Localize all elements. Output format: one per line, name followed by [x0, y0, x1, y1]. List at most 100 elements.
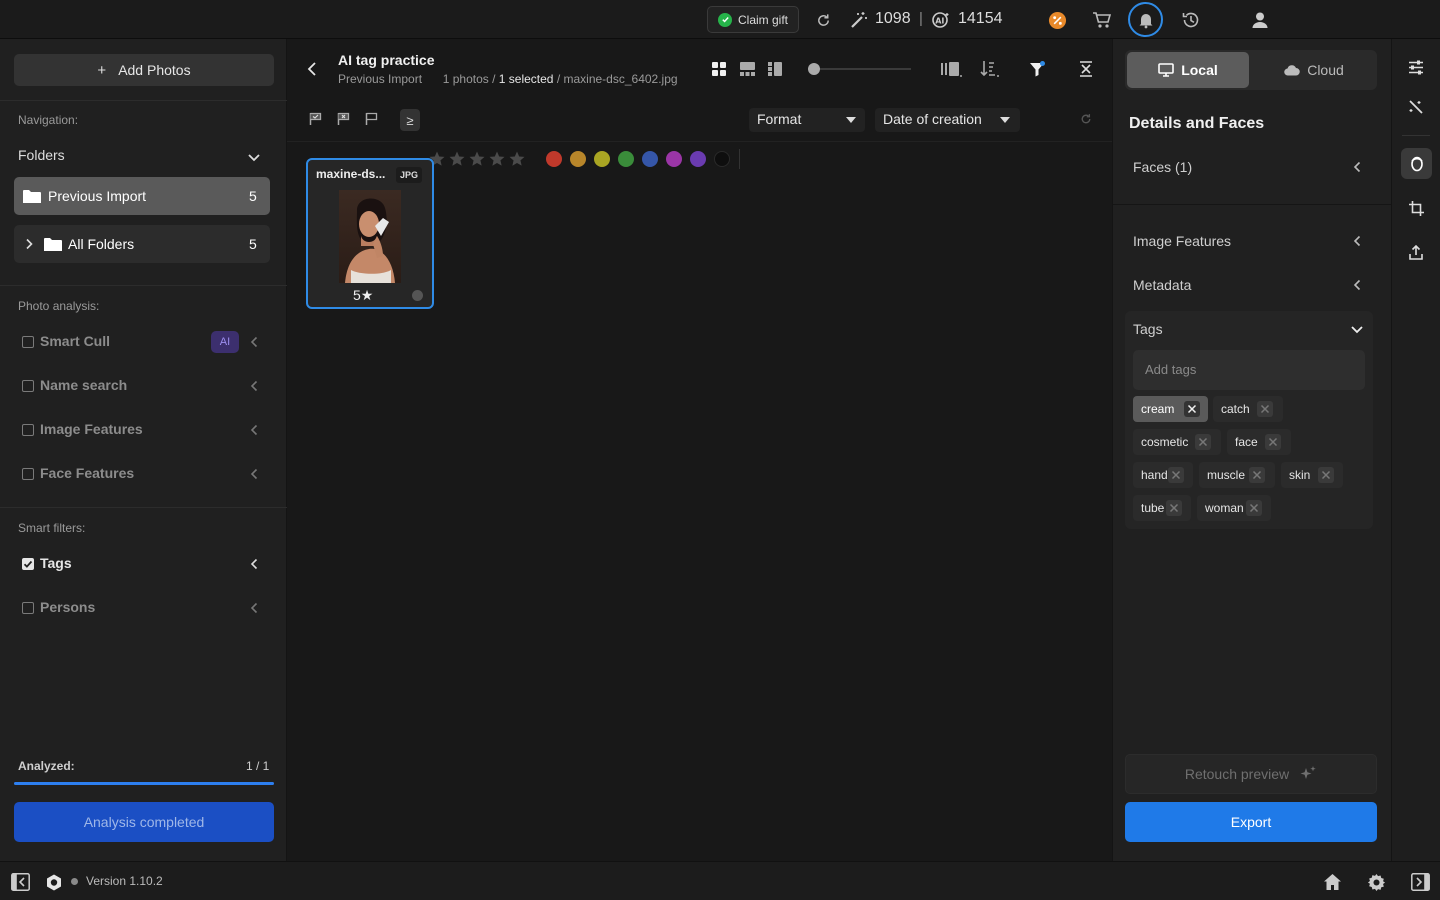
- sort-dropdown[interactable]: Date of creation: [875, 108, 1020, 132]
- chevron-left-icon[interactable]: [248, 423, 260, 437]
- remove-tag-icon[interactable]: [1168, 467, 1184, 483]
- smart-cull-checkbox[interactable]: [22, 336, 34, 348]
- collapse-icon[interactable]: [1077, 59, 1095, 79]
- folders-section-header[interactable]: Folders: [0, 141, 287, 171]
- tag-chip[interactable]: cosmetic: [1133, 429, 1221, 455]
- color-label-red[interactable]: [546, 151, 562, 167]
- compare-view-icon[interactable]: [941, 59, 963, 79]
- name-search-checkbox[interactable]: [22, 380, 34, 392]
- cart-icon[interactable]: [1091, 10, 1113, 30]
- rating-operator[interactable]: ≥: [400, 109, 420, 131]
- rating-star-5-icon[interactable]: [508, 150, 526, 168]
- export-button[interactable]: Export: [1125, 802, 1377, 842]
- analysis-item-image-features[interactable]: Image Features: [0, 415, 287, 445]
- home-icon[interactable]: [1322, 872, 1342, 891]
- refresh-icon[interactable]: [814, 11, 832, 29]
- folder-item-previous-import[interactable]: Previous Import 5: [14, 177, 270, 215]
- thumbnail-size-slider[interactable]: [808, 63, 911, 75]
- chevron-left-icon[interactable]: [248, 601, 260, 615]
- toggle-right-panel-icon[interactable]: [1410, 872, 1430, 891]
- history-icon[interactable]: [1180, 9, 1202, 31]
- chevron-left-icon[interactable]: [248, 467, 260, 481]
- flag-pick-icon[interactable]: [307, 111, 323, 127]
- remove-tag-icon[interactable]: [1246, 500, 1262, 516]
- analysis-item-smart-cull[interactable]: Smart Cull AI: [0, 327, 287, 357]
- remove-tag-icon[interactable]: [1184, 401, 1200, 417]
- photo-color-label-dot[interactable]: [412, 290, 423, 301]
- tag-chip[interactable]: catch: [1213, 396, 1283, 422]
- remove-tag-icon[interactable]: [1166, 500, 1182, 516]
- smart-filter-persons[interactable]: Persons: [0, 593, 287, 623]
- breadcrumb-folder[interactable]: Previous Import: [338, 72, 422, 86]
- detail-view-icon[interactable]: [767, 61, 783, 77]
- face-features-checkbox[interactable]: [22, 468, 34, 480]
- sort-order-icon[interactable]: [979, 59, 1001, 79]
- grid-view-icon[interactable]: [711, 61, 727, 77]
- face-retouch-icon[interactable]: [1401, 148, 1432, 179]
- remove-tag-icon[interactable]: [1265, 434, 1281, 450]
- color-label-purple[interactable]: [690, 151, 706, 167]
- remove-tag-icon[interactable]: [1257, 401, 1273, 417]
- filter-icon[interactable]: [1028, 59, 1046, 79]
- user-account-icon[interactable]: [1250, 10, 1270, 30]
- tag-chip[interactable]: tube: [1133, 495, 1191, 521]
- back-arrow-icon[interactable]: [303, 59, 321, 79]
- chevron-left-icon[interactable]: [248, 557, 260, 571]
- tag-chip[interactable]: woman: [1197, 495, 1271, 521]
- format-dropdown[interactable]: Format: [749, 108, 865, 132]
- tab-cloud[interactable]: Cloud: [1253, 52, 1375, 88]
- metadata-section[interactable]: Metadata: [1113, 270, 1392, 300]
- remove-tag-icon[interactable]: [1195, 434, 1211, 450]
- add-photos-button[interactable]: + Add Photos: [14, 54, 274, 86]
- chevron-right-icon[interactable]: [23, 237, 35, 251]
- discount-badge-icon[interactable]: [1047, 10, 1067, 30]
- adjustments-sliders-icon[interactable]: [1406, 57, 1426, 77]
- color-label-yellow[interactable]: [594, 151, 610, 167]
- analysis-item-face-features[interactable]: Face Features: [0, 459, 287, 489]
- rating-star-3-icon[interactable]: [468, 150, 486, 168]
- filmstrip-view-icon[interactable]: [739, 61, 755, 77]
- remove-tag-icon[interactable]: [1249, 467, 1265, 483]
- image-features-section[interactable]: Image Features: [1113, 226, 1392, 256]
- remove-tag-icon[interactable]: [1318, 467, 1334, 483]
- tag-chip[interactable]: face: [1227, 429, 1291, 455]
- tag-chip[interactable]: hand: [1133, 462, 1193, 488]
- color-label-magenta[interactable]: [666, 151, 682, 167]
- photo-thumbnail[interactable]: [339, 190, 401, 283]
- photo-card[interactable]: maxine-ds... JPG 5★: [306, 158, 434, 309]
- color-label-blue[interactable]: [642, 151, 658, 167]
- color-label-green[interactable]: [618, 151, 634, 167]
- rating-star-4-icon[interactable]: [488, 150, 506, 168]
- color-label-black[interactable]: [714, 151, 730, 167]
- image-features-checkbox[interactable]: [22, 424, 34, 436]
- flag-reject-icon[interactable]: [335, 111, 351, 127]
- faces-section[interactable]: Faces (1): [1113, 152, 1392, 182]
- tab-local[interactable]: Local: [1127, 52, 1249, 88]
- retouch-preview-button[interactable]: Retouch preview: [1125, 754, 1377, 794]
- analysis-item-name-search[interactable]: Name search: [0, 371, 287, 401]
- crop-icon[interactable]: [1406, 198, 1426, 218]
- tag-chip[interactable]: cream: [1133, 396, 1208, 422]
- flag-unflagged-icon[interactable]: [363, 111, 379, 127]
- slider-handle[interactable]: [808, 63, 820, 75]
- notifications-icon[interactable]: [1128, 2, 1163, 37]
- smart-filter-tags[interactable]: Tags: [0, 549, 287, 579]
- chevron-left-icon[interactable]: [248, 335, 260, 349]
- claim-gift-button[interactable]: Claim gift: [707, 6, 799, 33]
- reset-filters-icon[interactable]: [1078, 111, 1094, 127]
- tags-checkbox[interactable]: [22, 558, 34, 570]
- analysis-completed-button[interactable]: Analysis completed: [14, 802, 274, 842]
- rating-star-2-icon[interactable]: [448, 150, 466, 168]
- persons-checkbox[interactable]: [22, 602, 34, 614]
- folder-item-all-folders[interactable]: All Folders 5: [14, 225, 270, 263]
- add-tags-field[interactable]: Add tags: [1133, 350, 1365, 390]
- toggle-left-panel-icon[interactable]: [10, 872, 30, 891]
- tag-chip[interactable]: muscle: [1199, 462, 1275, 488]
- share-upload-icon[interactable]: [1406, 242, 1426, 262]
- tags-section-header[interactable]: Tags: [1125, 311, 1373, 347]
- chevron-left-icon[interactable]: [248, 379, 260, 393]
- tag-chip[interactable]: skin: [1281, 462, 1343, 488]
- auto-retouch-wand-icon[interactable]: [1406, 97, 1426, 117]
- settings-gear-icon[interactable]: [1366, 872, 1386, 892]
- color-label-orange[interactable]: [570, 151, 586, 167]
